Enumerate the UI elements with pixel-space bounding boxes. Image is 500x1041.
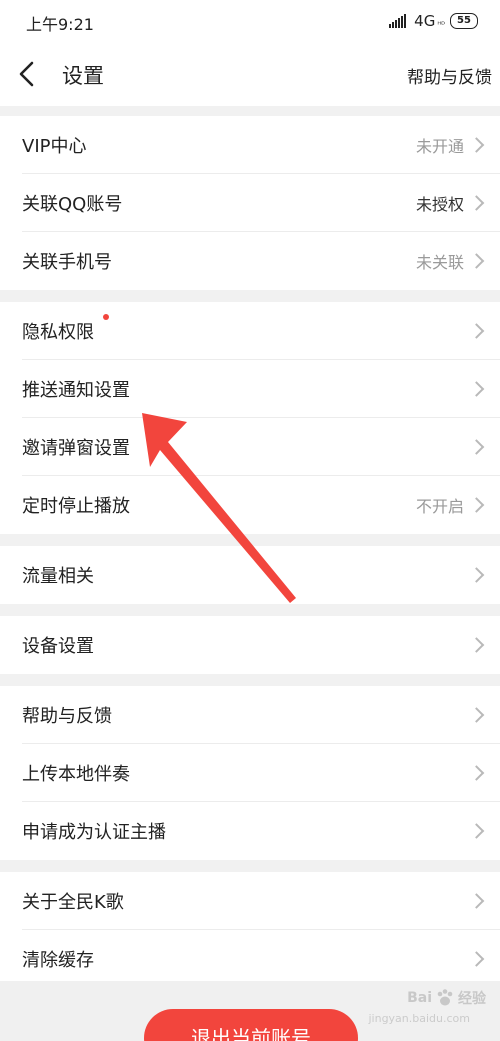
- row-vip-center[interactable]: VIP中心 未开通: [0, 116, 500, 174]
- row-invite-popup-settings[interactable]: 邀请弹窗设置: [0, 418, 500, 476]
- row-label: 邀请弹窗设置: [22, 438, 130, 459]
- back-arrow-icon[interactable]: [16, 60, 40, 88]
- section-account: VIP中心 未开通 关联QQ账号 未授权 关联手机号 未关联: [0, 116, 500, 290]
- section-help: 帮助与反馈 上传本地伴奏 申请成为认证主播: [0, 686, 500, 860]
- chevron-right-icon: [468, 439, 485, 455]
- chevron-right-icon: [468, 567, 485, 583]
- row-value: 未关联: [415, 253, 464, 272]
- network-type: 4G: [414, 12, 436, 30]
- row-label: 定时停止播放: [22, 496, 130, 517]
- row-label: 关于全民K歌: [22, 892, 124, 913]
- section-about: 关于全民K歌 清除缓存: [0, 872, 500, 988]
- row-label: 关联QQ账号: [22, 194, 123, 215]
- settings-list: VIP中心 未开通 关联QQ账号 未授权 关联手机号 未关联 隐私权限 推送通知…: [0, 106, 500, 988]
- chevron-right-icon: [468, 381, 485, 397]
- row-label: 流量相关: [22, 566, 94, 587]
- row-apply-certified-host[interactable]: 申请成为认证主播: [0, 802, 500, 860]
- row-label: 推送通知设置: [22, 380, 130, 401]
- status-bar: 上午9:21 4G ᴴᴰ 55: [0, 0, 500, 44]
- signal-icon: [389, 14, 407, 28]
- baidu-jingyan-watermark: Bai 经验: [407, 987, 486, 1009]
- page-title: 设置: [62, 64, 104, 88]
- logout-button[interactable]: 退出当前账号: [144, 1009, 358, 1041]
- section-device: 设备设置: [0, 616, 500, 674]
- row-clear-cache[interactable]: 清除缓存: [0, 930, 500, 988]
- battery-icon: 55: [450, 13, 478, 29]
- row-label: 关联手机号: [22, 252, 112, 273]
- row-push-notification-settings[interactable]: 推送通知设置: [0, 360, 500, 418]
- status-time: 上午9:21: [26, 15, 94, 34]
- row-value: 未开通: [415, 137, 464, 156]
- status-indicators: 4G ᴴᴰ 55: [389, 10, 478, 32]
- chevron-right-icon: [468, 323, 485, 339]
- row-device-settings[interactable]: 设备设置: [0, 616, 500, 674]
- chevron-right-icon: [468, 195, 485, 211]
- row-label: 清除缓存: [22, 950, 94, 971]
- chevron-right-icon: [468, 707, 485, 723]
- section-traffic: 流量相关: [0, 546, 500, 604]
- chevron-right-icon: [468, 893, 485, 909]
- watermark-brand-left: Bai: [407, 990, 432, 1006]
- row-help-feedback[interactable]: 帮助与反馈: [0, 686, 500, 744]
- row-about-app[interactable]: 关于全民K歌: [0, 872, 500, 930]
- header: 设置 帮助与反馈: [0, 44, 500, 106]
- row-upload-accompaniment[interactable]: 上传本地伴奏: [0, 744, 500, 802]
- notification-dot-badge: [103, 314, 109, 320]
- row-label: 隐私权限: [22, 322, 94, 343]
- row-privacy-permissions[interactable]: 隐私权限: [0, 302, 500, 360]
- section-privacy: 隐私权限 推送通知设置 邀请弹窗设置 定时停止播放 不开启: [0, 302, 500, 534]
- chevron-right-icon: [468, 637, 485, 653]
- row-traffic-related[interactable]: 流量相关: [0, 546, 500, 604]
- row-value: 不开启: [415, 497, 464, 516]
- help-feedback-link[interactable]: 帮助与反馈: [407, 63, 492, 88]
- row-link-qq[interactable]: 关联QQ账号 未授权: [0, 174, 500, 232]
- row-label: 设备设置: [22, 636, 94, 657]
- chevron-right-icon: [468, 951, 485, 967]
- row-sleep-timer[interactable]: 定时停止播放 不开启: [0, 476, 500, 534]
- paw-logo-icon: [437, 989, 453, 1006]
- chevron-right-icon: [468, 823, 485, 839]
- watermark-brand-right: 经验: [458, 991, 486, 1007]
- chevron-right-icon: [468, 765, 485, 781]
- row-label: 上传本地伴奏: [22, 764, 130, 785]
- row-value: 未授权: [415, 195, 464, 214]
- row-label: VIP中心: [22, 136, 87, 157]
- row-label: 申请成为认证主播: [22, 822, 166, 843]
- row-label: 帮助与反馈: [22, 706, 112, 727]
- watermark-url: jingyan.baidu.com: [368, 1012, 470, 1025]
- chevron-right-icon: [468, 497, 485, 513]
- chevron-right-icon: [468, 137, 485, 153]
- settings-screen: 上午9:21 4G ᴴᴰ 55 设置 帮助与反馈 VIP中心 未开通 关联QQ账…: [0, 0, 500, 1041]
- chevron-right-icon: [468, 253, 485, 269]
- row-link-phone[interactable]: 关联手机号 未关联: [0, 232, 500, 290]
- network-hd-mark: ᴴᴰ: [437, 19, 445, 29]
